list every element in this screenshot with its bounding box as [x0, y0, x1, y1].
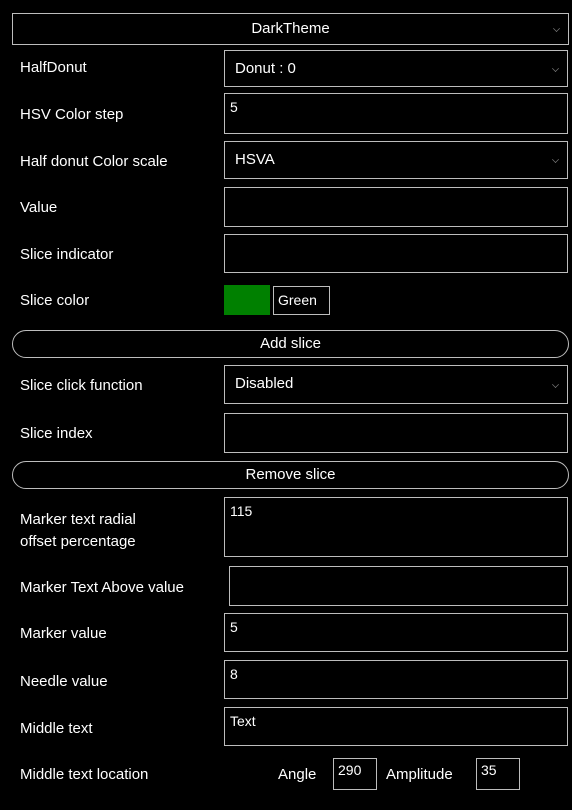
angle-value: 290	[338, 762, 362, 778]
remove-slice-button[interactable]: Remove slice	[12, 461, 569, 489]
middle-location-label: Middle text location	[20, 766, 149, 783]
amplitude-label: Amplitude	[386, 766, 453, 783]
slice-color-name: Green	[278, 292, 317, 308]
half-donut-label: HalfDonut	[20, 59, 87, 76]
marker-radial-input[interactable]: 115	[224, 497, 568, 557]
chevron-down-icon	[552, 156, 559, 163]
angle-label: Angle	[278, 766, 317, 783]
slice-indicator-label: Slice indicator	[20, 246, 114, 263]
slice-index-label: Slice index	[20, 425, 93, 442]
chevron-down-icon	[552, 380, 559, 388]
color-scale-value: HSVA	[235, 151, 275, 168]
chevron-down-icon	[553, 25, 560, 32]
slice-indicator-input[interactable]	[224, 234, 568, 273]
needle-value-text: 8	[230, 666, 238, 682]
half-donut-value: Donut : 0	[235, 60, 296, 77]
theme-select[interactable]: DarkTheme	[12, 13, 569, 45]
slice-click-label: Slice click function	[20, 377, 143, 394]
marker-radial-label-line1: Marker text radial	[20, 511, 136, 528]
theme-select-value: DarkTheme	[251, 20, 330, 37]
amplitude-value: 35	[481, 762, 497, 778]
slice-click-select[interactable]: Disabled	[224, 365, 568, 404]
marker-value-input[interactable]: 5	[224, 613, 568, 652]
hsv-step-input[interactable]: 5	[224, 93, 568, 134]
marker-above-input[interactable]	[229, 566, 568, 606]
slice-color-swatch[interactable]	[224, 285, 270, 315]
marker-value-label: Marker value	[20, 625, 107, 642]
hsv-step-value: 5	[230, 99, 238, 115]
middle-text-label: Middle text	[20, 720, 93, 737]
slice-color-label: Slice color	[20, 292, 90, 309]
chevron-down-icon	[552, 64, 559, 72]
add-slice-button[interactable]: Add slice	[12, 330, 569, 358]
amplitude-input[interactable]: 35	[476, 758, 520, 790]
slice-color-name-input[interactable]: Green	[273, 286, 330, 315]
hsv-step-label: HSV Color step	[20, 106, 124, 123]
middle-text-value: Text	[230, 713, 256, 729]
needle-value-input[interactable]: 8	[224, 660, 568, 699]
value-input[interactable]	[224, 187, 568, 227]
angle-input[interactable]: 290	[333, 758, 377, 790]
slice-click-value: Disabled	[235, 375, 294, 392]
marker-radial-label-line2: offset percentage	[20, 533, 136, 550]
marker-above-label: Marker Text Above value	[20, 579, 184, 596]
settings-panel: DarkTheme HalfDonut Donut : 0 HSV Color …	[0, 0, 572, 810]
slice-index-input[interactable]	[224, 413, 568, 453]
marker-radial-value: 115	[230, 503, 253, 519]
color-scale-label: Half donut Color scale	[20, 153, 168, 170]
middle-text-input[interactable]: Text	[224, 707, 568, 746]
half-donut-select[interactable]: Donut : 0	[224, 50, 568, 87]
marker-value-text: 5	[230, 619, 238, 635]
value-label: Value	[20, 199, 58, 216]
color-scale-select[interactable]: HSVA	[224, 141, 568, 179]
marker-radial-label: Marker text radial offset percentage	[20, 511, 136, 551]
needle-value-label: Needle value	[20, 673, 108, 690]
